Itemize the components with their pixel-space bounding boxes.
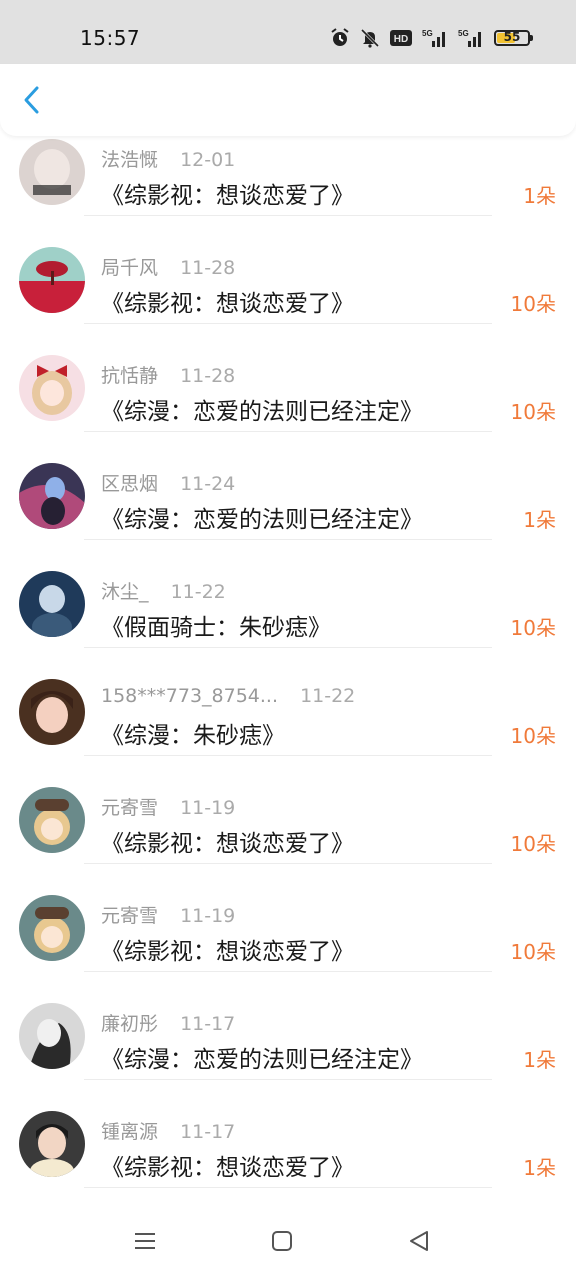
back-button[interactable] xyxy=(14,82,50,118)
record-date: 11-17 xyxy=(180,1121,236,1143)
book-title: 《综影视：想谈恋爱了》 xyxy=(101,831,354,857)
gift-amount: 10朵 xyxy=(510,292,556,316)
avatar xyxy=(19,355,85,421)
avatar xyxy=(19,463,85,529)
gift-amount: 10朵 xyxy=(510,400,556,424)
gift-amount: 10朵 xyxy=(510,724,556,748)
avatar xyxy=(19,571,85,637)
list-item[interactable]: 局千风 11-28 《综影视：想谈恋爱了》 10朵 xyxy=(0,208,576,324)
user-name: 158***773_8754... xyxy=(101,685,279,707)
user-name: 元寄雪 xyxy=(101,797,159,819)
book-title: 《综漫：恋爱的法则已经注定》 xyxy=(101,1047,423,1073)
status-time: 15:57 xyxy=(80,26,141,50)
hd-icon: HD xyxy=(390,30,412,46)
list-item[interactable]: 廉初彤 11-17 《综漫：恋爱的法则已经注定》 1朵 xyxy=(0,964,576,1080)
book-title: 《综漫：恋爱的法则已经注定》 xyxy=(101,399,423,425)
user-name: 锺离源 xyxy=(101,1121,159,1143)
book-title: 《综影视：想谈恋爱了》 xyxy=(101,183,354,209)
user-name: 局千风 xyxy=(101,257,159,279)
record-date: 12-01 xyxy=(180,149,236,171)
signal-5g-icon: 5G xyxy=(422,29,445,47)
user-name: 区思烟 xyxy=(101,473,159,495)
status-icons: HD 5G 5G 55 xyxy=(330,26,533,50)
record-date: 11-28 xyxy=(180,365,236,387)
book-title: 《综影视：想谈恋爱了》 xyxy=(101,291,354,317)
book-title: 《综漫：恋爱的法则已经注定》 xyxy=(101,507,423,533)
gift-amount: 1朵 xyxy=(523,1156,556,1180)
record-date: 11-22 xyxy=(170,581,226,603)
app-header xyxy=(0,64,576,136)
chevron-left-icon xyxy=(24,86,39,114)
avatar xyxy=(19,1111,85,1177)
gift-amount: 10朵 xyxy=(510,832,556,856)
divider xyxy=(84,1187,492,1188)
svg-text:5G: 5G xyxy=(458,29,469,38)
record-date: 11-17 xyxy=(180,1013,236,1035)
record-date: 11-19 xyxy=(180,905,236,927)
avatar xyxy=(19,139,85,205)
gift-amount: 10朵 xyxy=(510,940,556,964)
user-name: 沐尘_ xyxy=(101,581,149,603)
avatar xyxy=(19,895,85,961)
gift-amount: 1朵 xyxy=(523,508,556,532)
list-item[interactable]: 抗恬静 11-28 《综漫：恋爱的法则已经注定》 10朵 xyxy=(0,316,576,432)
battery-level-text: 55 xyxy=(503,30,521,44)
list-item[interactable]: 区思烟 11-24 《综漫：恋爱的法则已经注定》 1朵 xyxy=(0,424,576,540)
avatar xyxy=(19,679,85,745)
book-title: 《假面骑士：朱砂痣》 xyxy=(101,615,331,641)
alarm-icon xyxy=(331,28,349,46)
status-bar: 15:57 HD 5G 5G 55 xyxy=(0,0,576,64)
home-button[interactable] xyxy=(267,1226,297,1256)
svg-text:HD: HD xyxy=(394,34,408,45)
gift-amount: 1朵 xyxy=(523,1048,556,1072)
record-date: 11-19 xyxy=(180,797,236,819)
list-item[interactable]: 元寄雪 11-19 《综影视：想谈恋爱了》 10朵 xyxy=(0,748,576,864)
book-title: 《综影视：想谈恋爱了》 xyxy=(101,939,354,965)
avatar xyxy=(19,1003,85,1069)
user-name: 元寄雪 xyxy=(101,905,159,927)
system-nav-bar xyxy=(0,1204,576,1280)
list-item[interactable]: 沐尘_ 11-22 《假面骑士：朱砂痣》 10朵 xyxy=(0,532,576,648)
home-icon xyxy=(272,1231,292,1251)
svg-text:5G: 5G xyxy=(422,29,433,38)
user-name: 廉初彤 xyxy=(101,1013,159,1035)
battery-icon: 55 xyxy=(494,30,533,46)
signal-5g-icon: 5G xyxy=(458,29,481,47)
nav-back-button[interactable] xyxy=(404,1226,434,1256)
avatar xyxy=(19,787,85,853)
back-triangle-icon xyxy=(410,1231,428,1251)
record-date: 11-24 xyxy=(180,473,236,495)
record-date: 11-28 xyxy=(180,257,236,279)
gift-amount: 1朵 xyxy=(523,184,556,208)
list-item[interactable]: 元寄雪 11-19 《综影视：想谈恋爱了》 10朵 xyxy=(0,856,576,972)
menu-icon xyxy=(135,1233,155,1249)
user-name: 法浩慨 xyxy=(101,149,159,171)
user-name: 抗恬静 xyxy=(101,365,159,387)
book-title: 《综漫：朱砂痣》 xyxy=(101,723,285,749)
menu-button[interactable] xyxy=(130,1226,160,1256)
list-item[interactable]: 锺离源 11-17 《综影视：想谈恋爱了》 1朵 xyxy=(0,1072,576,1188)
book-title: 《综影视：想谈恋爱了》 xyxy=(101,1155,354,1181)
avatar xyxy=(19,247,85,313)
gift-amount: 10朵 xyxy=(510,616,556,640)
list-item[interactable]: 158***773_8754... 11-22 《综漫：朱砂痣》 10朵 xyxy=(0,640,576,756)
record-date: 11-22 xyxy=(300,685,356,707)
mute-icon xyxy=(360,28,380,48)
